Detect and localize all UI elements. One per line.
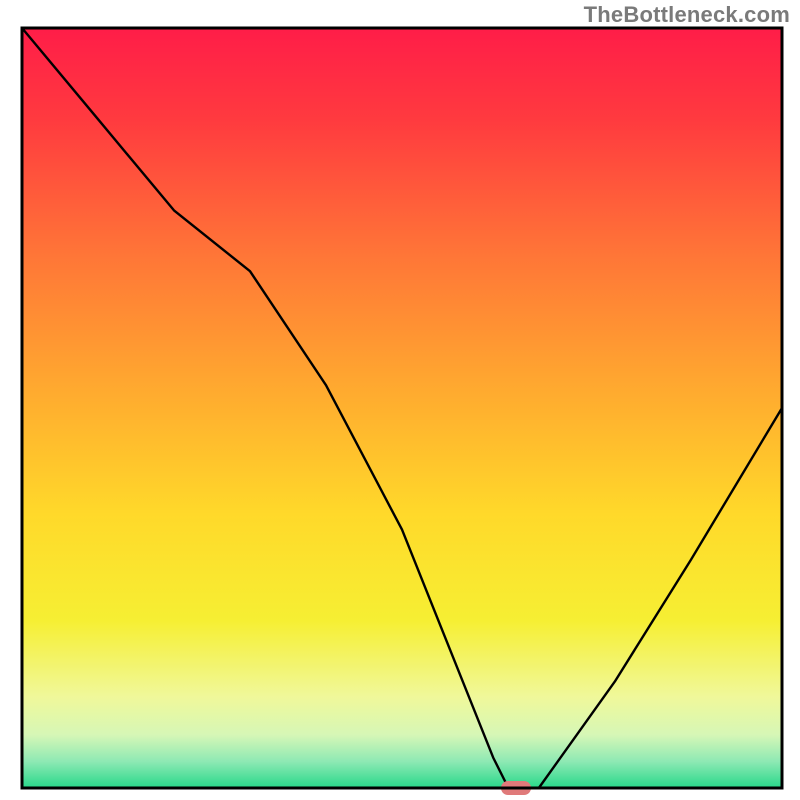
watermark-text: TheBottleneck.com [584,2,790,28]
chart-container: { "watermark": "TheBottleneck.com", "cha… [0,0,800,800]
plot-background [22,28,782,788]
bottleneck-chart [0,0,800,800]
